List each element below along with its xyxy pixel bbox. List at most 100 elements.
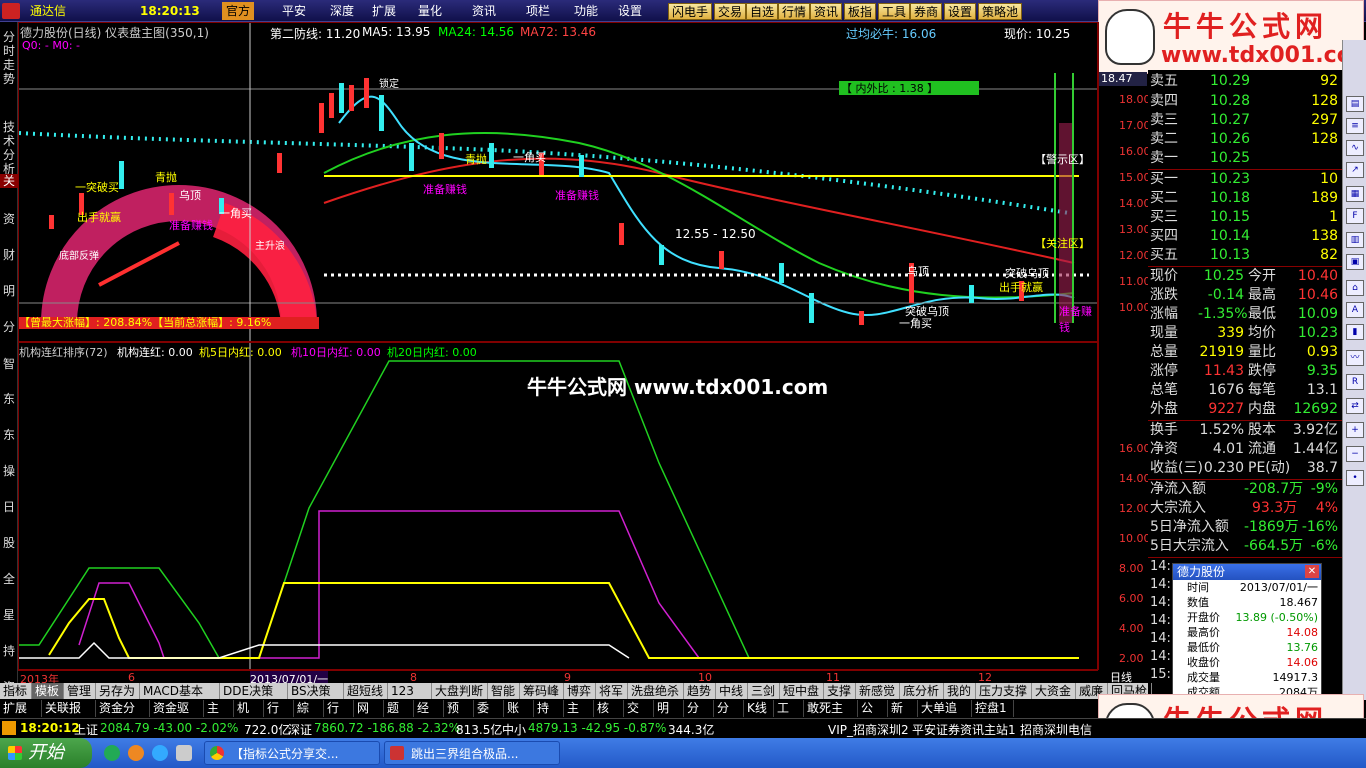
tab-quan[interactable]: 全 [0,572,18,586]
bottom-tab-2[interactable]: 控盘1 [972,700,1014,717]
vip-server[interactable]: VIP_招商深圳2 [828,721,909,738]
quicklaunch-icon[interactable] [128,745,144,761]
bottom-tab[interactable]: DDE决策 [220,683,288,699]
tab-technical[interactable]: 技术分析 [0,120,18,176]
menu-function[interactable]: 功能 [570,2,602,20]
bottom-tab-2[interactable]: 资金驱动 [150,700,204,732]
sector-button[interactable]: 板指 [844,3,877,20]
bottom-tab[interactable]: 短中盘 [780,683,824,699]
bottom-tab[interactable]: 三剑 [748,683,780,699]
broker-button[interactable]: 券商 [910,3,943,20]
tool-box-icon[interactable]: ▣ [1346,254,1364,270]
bottom-tab-2[interactable]: 敢死主力 [804,700,858,732]
tools-button[interactable]: 工具 [878,3,911,20]
tab-xing[interactable]: 星 [0,608,18,622]
bottom-tab[interactable]: 新感觉 [856,683,900,699]
tab-chi[interactable]: 持 [0,644,18,658]
info-server[interactable]: 平安证券资讯主站1 [912,721,1016,738]
bottom-tab-2[interactable]: 机构 [234,700,264,732]
bottom-tab-2[interactable]: 账户 [504,700,534,732]
menu-extend[interactable]: 扩展 [368,2,400,20]
tool-line-icon[interactable]: ∿ [1346,140,1364,156]
tab-gu[interactable]: 股 [0,536,18,550]
bottom-tab-2[interactable]: 扩展区 [0,700,42,732]
menu-items[interactable]: 项栏 [522,2,554,20]
bottom-tab[interactable]: 支撑 [824,683,856,699]
bottom-tab-2[interactable]: 预收 [444,700,474,732]
menu-settings[interactable]: 设置 [614,2,646,20]
tab-ri[interactable]: 日 [0,500,18,514]
bottom-tab[interactable]: 压力支撑 [976,683,1032,699]
show-desktop-icon[interactable] [176,745,192,761]
settings-button[interactable]: 设置 [944,3,977,20]
tool-text-icon[interactable]: A [1346,302,1364,318]
bottom-tab[interactable]: 模板 [32,683,64,699]
bottom-tab-2[interactable]: 核题 [594,700,624,732]
tab-zhi[interactable]: 智 [0,357,18,371]
menu-official[interactable]: 官方 [222,2,255,20]
tab-intraday[interactable]: 分时走势 [0,30,18,86]
tool-rsi-icon[interactable]: R [1346,374,1364,390]
tool-pin-icon[interactable]: • [1346,470,1364,486]
bottom-tab-2[interactable]: 大单追踪 [918,700,972,732]
main-kline-chart[interactable]: 【 内外比 : 1.38 】 12.55 - 12.50 【警示区】 【关注区】… [18,22,1098,342]
bottom-tab-2[interactable]: 主题 [564,700,594,732]
taskbar-app-window[interactable]: 跳出三界组合极品... [384,741,560,765]
bottom-tab[interactable]: 底分析 [900,683,944,699]
bottom-tab[interactable]: 我的 [944,683,976,699]
bottom-tab[interactable]: BS决策 [288,683,344,699]
bottom-tab-2[interactable]: 资金分布 [96,700,150,732]
institution-indicator-chart[interactable]: 机构连红排序(72) 机构连红: 0.00 机5日内红: 0.00 机10日内红… [18,342,1098,670]
bottom-tab[interactable]: 大盘判断 [432,683,488,699]
bottom-tab-2[interactable]: 交异 [624,700,654,732]
tab-dong2[interactable]: 东 [0,428,18,442]
info-button[interactable]: 资讯 [810,3,843,20]
tab-ming[interactable]: 明 [0,284,18,298]
bottom-tab[interactable]: 管理 [64,683,96,699]
tool-list-icon[interactable]: ≡ [1346,118,1364,134]
bottom-tab[interactable]: 智能 [488,683,520,699]
bottom-tab[interactable]: 中线 [716,683,748,699]
trade-server[interactable]: 招商深圳电信 [1020,721,1092,738]
bottom-tab-2[interactable]: 题材 [384,700,414,732]
quicklaunch-icon[interactable] [152,745,168,761]
tool-grid-icon[interactable]: ▦ [1346,186,1364,202]
bottom-tab[interactable]: 指标 [0,683,32,699]
tool-table-icon[interactable]: ▥ [1346,232,1364,248]
menu-quant[interactable]: 量化 [414,2,446,20]
bottom-tab[interactable]: 大资金 [1032,683,1076,699]
tool-trend-icon[interactable]: ↗ [1346,162,1364,178]
tab-guan[interactable]: 关 [0,174,18,188]
bottom-tab-2[interactable]: 公告 [858,700,888,732]
bottom-tab-2[interactable]: K线 [744,700,774,717]
bottom-tab[interactable]: 123 [388,683,432,699]
bottom-tab[interactable]: 将军 [596,683,628,699]
bottom-tab[interactable]: 超短线 [344,683,388,699]
tab-cao[interactable]: 操 [0,464,18,478]
bottom-tab-2[interactable]: 持仓 [534,700,564,732]
bottom-tab-2[interactable]: 分时 [714,700,744,732]
bottom-tab-2[interactable]: 新闻 [888,700,918,732]
bottom-tab[interactable]: 趋势 [684,683,716,699]
tab-zi[interactable]: 资 [0,212,18,226]
tab-dong1[interactable]: 东 [0,392,18,406]
bottom-tab-2[interactable]: 行业 [264,700,294,732]
tool-minus-icon[interactable]: − [1346,446,1364,462]
bottom-tab-2[interactable]: 关联报价 [42,700,96,732]
tool-chart-icon[interactable]: ▤ [1346,96,1364,112]
strategy-pool-button[interactable]: 策略池 [978,3,1023,20]
bottom-tab-2[interactable]: 綜新 [294,700,324,732]
bottom-tab-2[interactable]: 委托 [474,700,504,732]
tool-hat-icon[interactable]: ⌂ [1346,280,1364,296]
bottom-tab-2[interactable]: 经指 [414,700,444,732]
flash-trade-button[interactable]: 闪电手 [668,3,713,20]
bottom-tab[interactable]: 洗盘绝杀 [628,683,684,699]
bottom-tab-2[interactable]: 网新 [354,700,384,732]
tool-f10-icon[interactable]: F [1346,208,1364,224]
tab-fen[interactable]: 分 [0,320,18,334]
close-icon[interactable]: ✕ [1305,565,1319,578]
taskbar-chrome-window[interactable]: 【指标公式分享交... [204,741,380,765]
bottom-tab[interactable]: 筹码峰 [520,683,564,699]
quicklaunch-icon[interactable] [104,745,120,761]
bottom-tab[interactable]: MACD基本 [140,683,220,699]
